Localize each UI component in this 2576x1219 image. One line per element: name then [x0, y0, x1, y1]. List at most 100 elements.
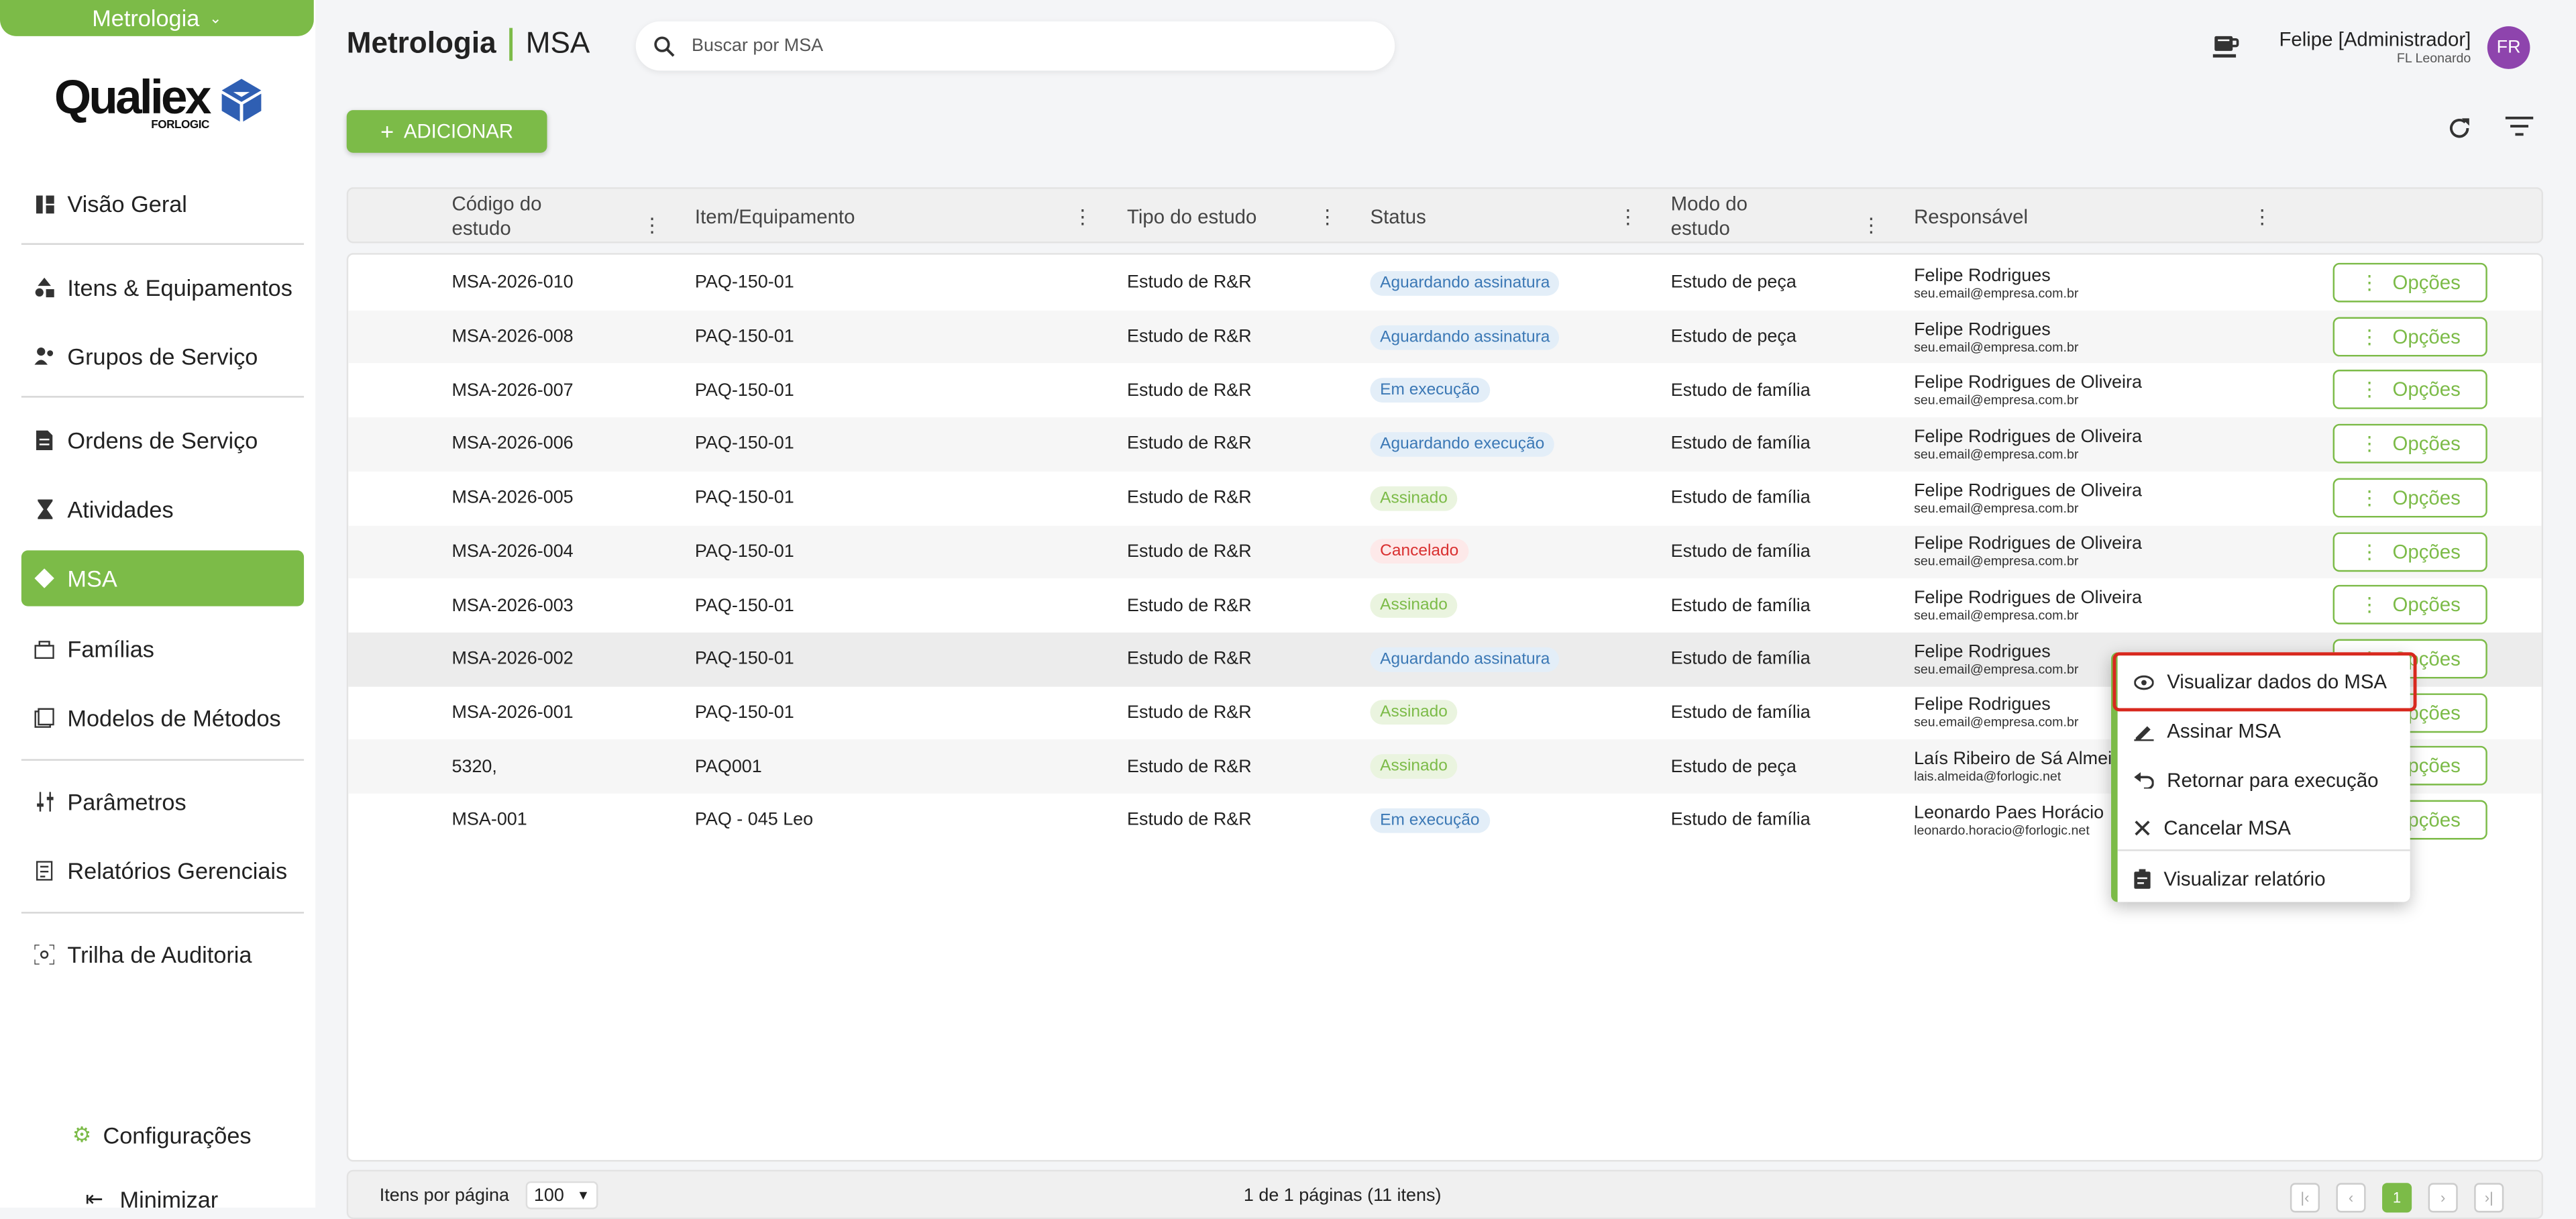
options-button[interactable]: ⋮ Opções [2332, 424, 2487, 464]
status-badge: Aguardando assinatura [1370, 324, 1560, 350]
sidebar-item-ordens-servico[interactable]: Ordens de Serviço [21, 413, 304, 468]
chevron-down-icon: ⌄ [209, 9, 222, 25]
logo-cube-icon [221, 78, 262, 122]
column-label: Item/Equipamento [694, 204, 855, 228]
cell-tipo: Estudo de R&R [1127, 595, 1252, 616]
page-1-button[interactable]: 1 [2382, 1183, 2412, 1213]
cell-item: PAQ-150-01 [694, 434, 794, 454]
sidebar-item-label: Ordens de Serviço [67, 427, 258, 454]
responsavel-email: seu.email@empresa.com.br [1914, 392, 2079, 408]
menu-item-visualizar-dados[interactable]: Visualizar dados do MSA [2118, 659, 2410, 705]
first-page-button[interactable]: |‹ [2290, 1183, 2320, 1213]
column-menu-icon[interactable]: ⋮ [2253, 205, 2272, 229]
table-row[interactable]: MSA-2026-003 PAQ-150-01 Estudo de R&R Assin… [348, 579, 2541, 633]
table-row[interactable]: MSA-2026-008 PAQ-150-01 Estudo de R&R Aguar… [348, 310, 2542, 364]
prev-page-button[interactable]: ‹ [2336, 1183, 2366, 1213]
column-header-status[interactable]: Status ⋮ [1370, 189, 1638, 245]
column-menu-icon[interactable]: ⋮ [1318, 205, 1337, 229]
menu-item-retornar-execucao[interactable]: Retornar para execução [2118, 757, 2410, 804]
cell-item: PAQ-150-01 [694, 649, 794, 670]
table-row[interactable]: MSA-2026-010 PAQ-150-01 Estudo de R&R Aguar… [348, 256, 2541, 310]
page-number: 1 [2392, 1189, 2402, 1206]
table-row[interactable]: MSA-2026-005 PAQ-150-01 Estudo de R&R Assin… [348, 471, 2541, 525]
cell-status: Em execução [1370, 364, 1490, 417]
sidebar-item-modelos-metodos[interactable]: Modelos de Métodos [21, 690, 304, 746]
column-header-tipo[interactable]: Tipo do estudo ⋮ [1127, 189, 1337, 245]
undo-icon [2134, 772, 2154, 789]
sidebar-item-familias[interactable]: Famílias [21, 621, 304, 677]
last-page-button[interactable]: ›| [2474, 1183, 2504, 1213]
menu-item-visualizar-relatorio[interactable]: Visualizar relatório [2118, 856, 2410, 902]
next-page-button[interactable]: › [2428, 1183, 2458, 1213]
status-badge: Em execução [1370, 378, 1490, 403]
cell-responsavel: Felipe Rodrigues de Oliveira seu.email@em… [1914, 364, 2142, 417]
cell-tipo: Estudo de R&R [1127, 810, 1252, 831]
column-header-responsavel[interactable]: Responsável ⋮ [1914, 189, 2272, 245]
add-button[interactable]: + ADICIONAR [346, 110, 547, 153]
cell-tipo: Estudo de R&R [1127, 380, 1252, 401]
pagination-bar: Itens por página 100 ▼ 1 de 1 páginas (1… [346, 1169, 2544, 1219]
sidebar-item-trilha-auditoria[interactable]: Trilha de Auditoria [21, 926, 304, 982]
sidebar-item-grupos-servico[interactable]: Grupos de Serviço [21, 329, 304, 384]
responsavel-email: seu.email@empresa.com.br [1914, 339, 2079, 354]
menu-item-assinar[interactable]: Assinar MSA [2118, 708, 2410, 755]
table-row[interactable]: MSA-2026-007 PAQ-150-01 Estudo de R&R Em ex… [348, 364, 2541, 417]
options-button[interactable]: ⋮ Opções [2332, 370, 2487, 410]
cell-item: PAQ - 045 Leo [694, 810, 814, 831]
responsavel-email: seu.email@empresa.com.br [1914, 608, 2079, 623]
cell-tipo: Estudo de R&R [1127, 488, 1252, 509]
filter-icon[interactable] [2505, 115, 2534, 146]
cell-codigo: MSA-2026-001 [451, 703, 574, 723]
cell-responsavel: Felipe Rodrigues seu.email@empresa.com.br [1914, 633, 2111, 686]
column-menu-icon[interactable]: ⋮ [1073, 205, 1092, 229]
menu-item-label: Retornar para execução [2167, 769, 2379, 792]
avatar-initials: FR [2496, 38, 2521, 58]
options-button[interactable]: ⋮ Opções [2332, 478, 2487, 517]
cell-item: PAQ-150-01 [694, 488, 794, 509]
column-header-modo[interactable]: Modo do estudo ⋮ [1670, 189, 1881, 245]
cell-tipo: Estudo de R&R [1127, 703, 1252, 723]
responsavel-email: seu.email@empresa.com.br [1914, 500, 2079, 516]
column-menu-icon[interactable]: ⋮ [1618, 205, 1638, 229]
sidebar-item-visao-geral[interactable]: Visão Geral [21, 176, 304, 231]
table-row[interactable]: MSA-2026-006 PAQ-150-01 Estudo de R&R Aguar… [348, 417, 2542, 472]
options-button[interactable]: ⋮ Opções [2332, 531, 2487, 572]
cell-responsavel: Leonardo Paes Horácio leonardo.horacio@fo… [1914, 794, 2111, 847]
per-page-select[interactable]: 100 ▼ [525, 1181, 598, 1210]
gear-icon: ⚙ [72, 1122, 92, 1147]
sidebar-item-msa[interactable]: MSA [21, 550, 305, 606]
options-button[interactable]: ⋮ Opções [2332, 262, 2487, 303]
sidebar-item-atividades[interactable]: Atividades [21, 482, 304, 537]
cell-status: Aguardando assinatura [1370, 310, 1560, 364]
column-label: Código do estudo [451, 192, 542, 240]
cell-codigo: MSA-2026-006 [451, 434, 574, 454]
table-row[interactable]: MSA-2026-004 PAQ-150-01 Estudo de R&R Cance… [348, 525, 2542, 579]
user-company: FL Leonardo [2396, 50, 2471, 66]
refresh-icon[interactable] [2447, 115, 2473, 149]
coffee-icon[interactable] [2211, 33, 2241, 67]
cell-status: Aguardando assinatura [1370, 256, 1560, 310]
minimize-button[interactable]: ⇤ Minimizar [85, 1186, 218, 1212]
menu-item-cancelar[interactable]: Cancelar MSA [2118, 805, 2410, 851]
responsavel-name: Felipe Rodrigues de Oliveira [1914, 373, 2142, 393]
options-button[interactable]: ⋮ Opções [2332, 316, 2487, 356]
avatar[interactable]: FR [2487, 26, 2530, 69]
column-header-codigo[interactable]: Código do estudo ⋮ [451, 189, 661, 245]
responsavel-email: seu.email@empresa.com.br [1914, 554, 2079, 570]
sidebar-item-itens-equipamentos[interactable]: Itens & Equipamentos [21, 260, 304, 315]
cell-modo: Estudo de família [1670, 541, 1811, 562]
user-info[interactable]: Felipe [Administrador] FL Leonardo [2279, 28, 2471, 66]
status-badge: Cancelado [1370, 539, 1468, 564]
column-label: Modo do estudo [1670, 192, 1748, 240]
column-header-item[interactable]: Item/Equipamento ⋮ [694, 189, 1093, 245]
config-button[interactable]: ⚙ Configurações [72, 1122, 252, 1149]
options-button[interactable]: ⋮ Opções [2332, 585, 2487, 625]
column-menu-icon[interactable]: ⋮ [643, 213, 662, 238]
sidebar-item-parametros[interactable]: Parâmetros [21, 774, 304, 829]
user-name: Felipe [Administrador] [2279, 28, 2471, 51]
column-menu-icon[interactable]: ⋮ [1862, 213, 1881, 238]
sidebar-item-relatorios[interactable]: Relatórios Gerenciais [21, 843, 304, 898]
search-input[interactable] [688, 34, 1352, 58]
cell-modo: Estudo de família [1670, 488, 1811, 509]
module-selector[interactable]: Metrologia ⌄ [0, 0, 314, 36]
